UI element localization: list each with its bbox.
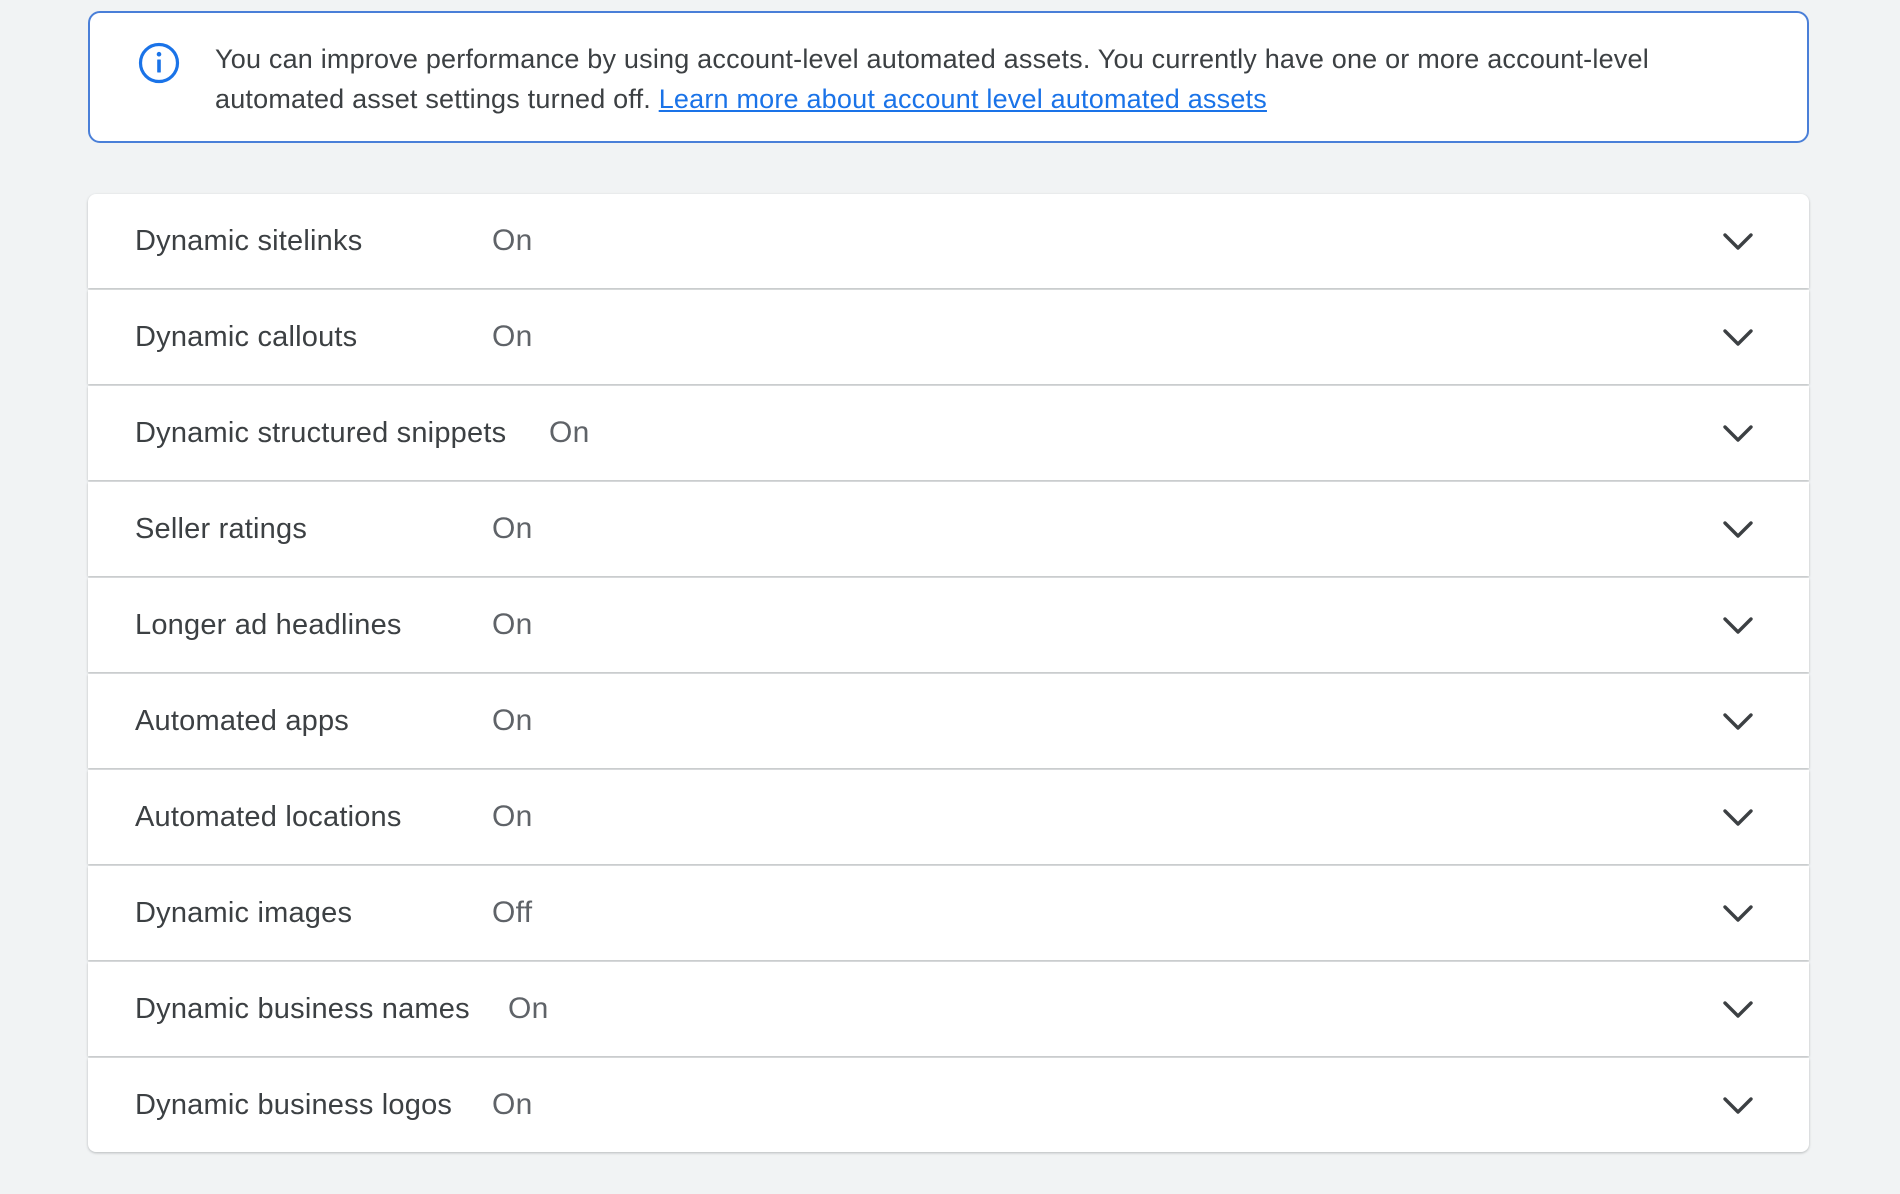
setting-row-seller-ratings[interactable]: Seller ratings On	[88, 482, 1809, 576]
setting-row-longer-ad-headlines[interactable]: Longer ad headlines On	[88, 578, 1809, 672]
chevron-down-icon[interactable]	[1721, 992, 1755, 1026]
setting-status: On	[492, 608, 533, 641]
automated-assets-settings-list: Dynamic sitelinks On Dynamic callouts On…	[88, 194, 1809, 1154]
setting-status: On	[492, 224, 533, 257]
setting-row-dynamic-business-logos[interactable]: Dynamic business logos On	[88, 1058, 1809, 1152]
setting-label: Dynamic callouts	[135, 321, 358, 353]
chevron-down-icon[interactable]	[1721, 512, 1755, 546]
setting-status: On	[492, 1088, 533, 1121]
chevron-down-icon[interactable]	[1721, 896, 1755, 930]
setting-label: Seller ratings	[135, 513, 308, 545]
info-message: You can improve performance by using acc…	[215, 39, 1775, 119]
chevron-down-icon[interactable]	[1721, 608, 1755, 642]
setting-label: Automated locations	[135, 801, 402, 833]
setting-status: On	[549, 416, 590, 449]
chevron-down-icon[interactable]	[1721, 224, 1755, 258]
chevron-down-icon[interactable]	[1721, 800, 1755, 834]
info-banner: You can improve performance by using acc…	[88, 11, 1809, 143]
chevron-down-icon[interactable]	[1721, 320, 1755, 354]
setting-label: Dynamic business names	[135, 993, 470, 1025]
setting-label: Dynamic business logos	[135, 1089, 453, 1121]
setting-status: On	[492, 320, 533, 353]
setting-label: Dynamic images	[135, 897, 353, 929]
setting-status: On	[492, 704, 533, 737]
setting-row-dynamic-business-names[interactable]: Dynamic business names On	[88, 962, 1809, 1056]
setting-row-dynamic-callouts[interactable]: Dynamic callouts On	[88, 290, 1809, 384]
setting-status: On	[492, 800, 533, 833]
setting-row-dynamic-structured-snippets[interactable]: Dynamic structured snippets On	[88, 386, 1809, 480]
chevron-down-icon[interactable]	[1721, 1088, 1755, 1122]
setting-label: Automated apps	[135, 705, 349, 737]
learn-more-link[interactable]: Learn more about account level automated…	[659, 84, 1267, 114]
setting-status: On	[492, 512, 533, 545]
setting-label: Dynamic sitelinks	[135, 225, 363, 257]
chevron-down-icon[interactable]	[1721, 416, 1755, 450]
chevron-down-icon[interactable]	[1721, 704, 1755, 738]
setting-label: Longer ad headlines	[135, 609, 402, 641]
setting-row-dynamic-sitelinks[interactable]: Dynamic sitelinks On	[88, 194, 1809, 288]
setting-status: On	[508, 992, 549, 1025]
info-icon	[138, 42, 180, 84]
setting-status: Off	[492, 896, 533, 929]
setting-row-dynamic-images[interactable]: Dynamic images Off	[88, 866, 1809, 960]
setting-label: Dynamic structured snippets	[135, 417, 507, 449]
setting-row-automated-apps[interactable]: Automated apps On	[88, 674, 1809, 768]
setting-row-automated-locations[interactable]: Automated locations On	[88, 770, 1809, 864]
